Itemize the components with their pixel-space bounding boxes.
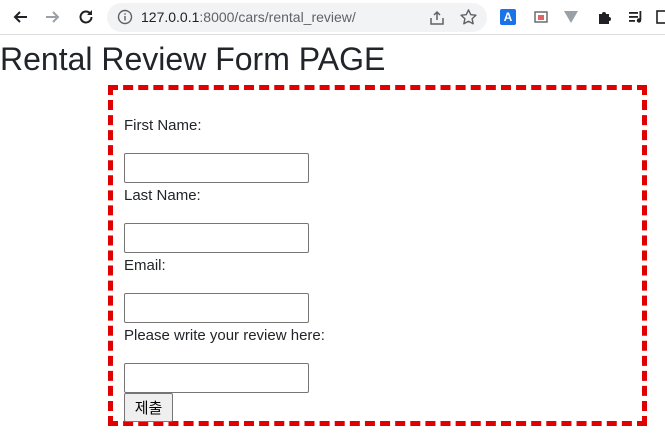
cast-extension-icon[interactable] <box>532 8 550 26</box>
media-control-icon[interactable] <box>627 8 645 26</box>
url-host: 127.0.0.1 <box>141 9 200 25</box>
forward-arrow-icon[interactable] <box>41 6 65 28</box>
email-input[interactable] <box>124 293 309 323</box>
translate-extension-icon[interactable]: A <box>500 9 516 25</box>
page-title: Rental Review Form PAGE <box>0 41 386 77</box>
email-label: Email: <box>124 257 166 274</box>
extensions-puzzle-icon[interactable] <box>595 8 613 26</box>
address-bar[interactable]: 127.0.0.1:8000/cars/rental_review/ <box>107 3 487 32</box>
last-name-label: Last Name: <box>124 187 201 204</box>
bookmark-star-icon[interactable] <box>459 8 478 27</box>
first-name-label: First Name: <box>124 117 202 134</box>
reload-icon[interactable] <box>74 6 98 28</box>
share-icon[interactable] <box>428 9 446 27</box>
profile-icon[interactable] <box>656 8 665 26</box>
url-text: 127.0.0.1:8000/cars/rental_review/ <box>141 9 356 25</box>
site-info-icon[interactable] <box>117 9 133 25</box>
review-label: Please write your review here: <box>124 327 325 344</box>
browser-toolbar: 127.0.0.1:8000/cars/rental_review/ A <box>0 0 665 35</box>
first-name-input[interactable] <box>124 153 309 183</box>
review-input[interactable] <box>124 363 309 393</box>
submit-button[interactable]: 제출 <box>124 393 173 422</box>
v-extension-icon[interactable] <box>562 8 580 26</box>
back-arrow-icon[interactable] <box>8 6 32 28</box>
url-path: :8000/cars/rental_review/ <box>199 9 356 25</box>
last-name-input[interactable] <box>124 223 309 253</box>
